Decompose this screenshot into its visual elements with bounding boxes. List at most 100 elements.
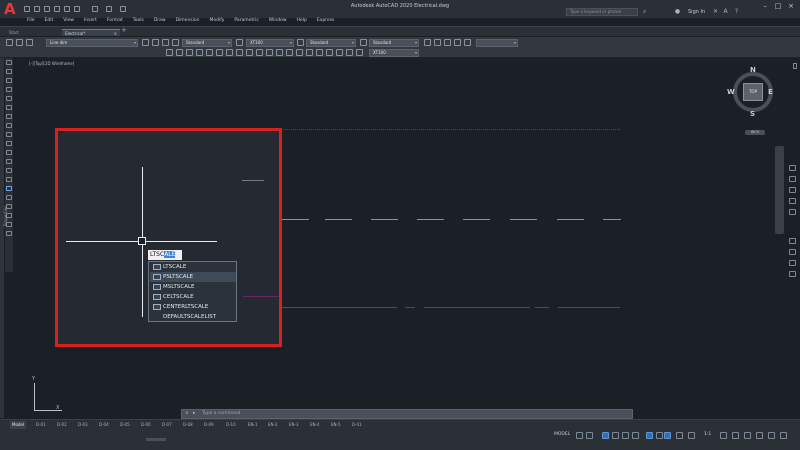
grid-icon[interactable]: [576, 432, 583, 439]
revision-cloud-icon[interactable]: [6, 123, 12, 128]
palette-tool-icon-2[interactable]: [789, 249, 796, 255]
table-style-icon[interactable]: [297, 39, 304, 46]
menu-format[interactable]: Format: [102, 17, 128, 24]
layer-previous-icon[interactable]: [162, 39, 169, 46]
tab-layout[interactable]: D-06: [139, 421, 153, 429]
menu-window[interactable]: Window: [264, 17, 292, 24]
compass-west[interactable]: W: [727, 88, 735, 96]
full-navigation-wheel-icon[interactable]: [789, 165, 796, 171]
units-icon[interactable]: [744, 432, 751, 439]
polyline-icon[interactable]: [6, 78, 12, 83]
continue-dim-icon[interactable]: [266, 49, 273, 56]
layer-dropdown[interactable]: Line dim ▾: [46, 39, 138, 47]
compass-south[interactable]: S: [750, 110, 755, 118]
palette-tool-icon-1[interactable]: [789, 238, 796, 244]
search-input[interactable]: Type a keyword or phrase: [566, 8, 638, 16]
inspect-icon[interactable]: [316, 49, 323, 56]
isodraft-icon[interactable]: [622, 432, 629, 439]
workspace-icon[interactable]: [424, 39, 431, 46]
menu-file[interactable]: File: [22, 17, 40, 24]
dim-text-edit-icon[interactable]: [346, 49, 353, 56]
viewcube-top-face[interactable]: TOP: [743, 83, 763, 101]
pan-icon[interactable]: [789, 176, 796, 182]
tool-palettes-icon[interactable]: [454, 39, 461, 46]
tab-layout[interactable]: EN-5: [329, 421, 343, 429]
object-snap-tracking-icon[interactable]: [632, 432, 639, 439]
tab-layout[interactable]: D-01: [34, 421, 48, 429]
construction-line-icon[interactable]: [6, 69, 12, 74]
palette-tool-icon-4[interactable]: [789, 271, 796, 277]
dim-style-dropdown[interactable]: XT100 ▾: [246, 39, 294, 47]
layer-visibility-icon[interactable]: [26, 39, 33, 46]
menu-dimension[interactable]: Dimension: [171, 17, 205, 24]
tab-start[interactable]: Start: [6, 29, 42, 36]
palette-tool-icon-3[interactable]: [789, 260, 796, 266]
dim-break-icon[interactable]: [286, 49, 293, 56]
horizontal-scrollbar[interactable]: [146, 438, 166, 441]
selection-cycling-icon[interactable]: [676, 432, 683, 439]
mleader-style-dropdown[interactable]: Standard ▾: [369, 39, 419, 47]
tab-layout[interactable]: D-02: [55, 421, 69, 429]
maximize-icon[interactable]: □: [773, 2, 783, 10]
tab-layout[interactable]: EN-3: [287, 421, 301, 429]
tab-layout[interactable]: D-05: [118, 421, 132, 429]
tab-layout[interactable]: EN-2: [266, 421, 280, 429]
jogged-dim-icon[interactable]: [216, 49, 223, 56]
command-line[interactable]: × ▸ Type a command: [181, 409, 633, 419]
insert-block-icon[interactable]: [6, 159, 12, 164]
tab-layout[interactable]: D-08: [181, 421, 195, 429]
menu-view[interactable]: View: [58, 17, 79, 24]
aligned-dim-icon[interactable]: [176, 49, 183, 56]
menu-edit[interactable]: Edit: [40, 17, 59, 24]
text-style-dropdown[interactable]: Standard ▾: [182, 39, 232, 47]
close-tab-icon[interactable]: ×: [114, 30, 117, 37]
minimize-icon[interactable]: –: [760, 2, 770, 10]
clean-screen-icon[interactable]: [768, 432, 775, 439]
dim-space-icon[interactable]: [276, 49, 283, 56]
recent-commands-icon[interactable]: ▸: [193, 410, 195, 418]
layer-properties-icon[interactable]: [6, 39, 13, 46]
tab-electrical[interactable]: Electrical* ×: [62, 29, 120, 36]
mleader-style-icon[interactable]: [360, 39, 367, 46]
menu-modify[interactable]: Modify: [205, 17, 230, 24]
angular-dim-icon[interactable]: [236, 49, 243, 56]
tab-layout[interactable]: EN-1: [246, 421, 260, 429]
radius-dim-icon[interactable]: [206, 49, 213, 56]
close-command-line-icon[interactable]: ×: [185, 410, 189, 418]
menu-parametric[interactable]: Parametric: [229, 17, 263, 24]
polar-icon[interactable]: [612, 432, 619, 439]
tolerance-icon[interactable]: [296, 49, 303, 56]
annotation-scale-value[interactable]: 1:1: [704, 432, 711, 437]
layer-match-icon[interactable]: [152, 39, 159, 46]
customization-icon[interactable]: [780, 432, 787, 439]
baseline-dim-icon[interactable]: [256, 49, 263, 56]
tab-layout[interactable]: EN-4: [308, 421, 322, 429]
menu-help[interactable]: Help: [292, 17, 312, 24]
arc-icon[interactable]: [6, 105, 12, 110]
compass-east[interactable]: E: [768, 88, 773, 96]
viewport-controls[interactable]: [-][Top][2D Wireframe]: [29, 61, 74, 66]
model-space-button[interactable]: MODEL: [554, 432, 570, 437]
list-item[interactable]: DEFAULTSCALELIST: [150, 312, 236, 322]
compass-north[interactable]: N: [750, 66, 756, 74]
dynamic-input-field[interactable]: LTSCALE: [148, 250, 182, 260]
workspace-dropdown[interactable]: ▾: [476, 39, 518, 47]
search-icon[interactable]: ⌕: [641, 8, 648, 15]
line-icon[interactable]: [6, 60, 12, 65]
list-item[interactable]: MSLTSCALE: [150, 282, 236, 292]
linear-dim-icon[interactable]: [166, 49, 173, 56]
quick-dim-icon[interactable]: [246, 49, 253, 56]
rectangle-icon[interactable]: [6, 96, 12, 101]
autodesk-account-icon[interactable]: A: [722, 8, 729, 15]
dim-update-icon[interactable]: [356, 49, 363, 56]
dim-style-icon[interactable]: [236, 39, 243, 46]
tab-layout[interactable]: D-04: [97, 421, 111, 429]
make-current-icon[interactable]: [142, 39, 149, 46]
menu-tools[interactable]: Tools: [128, 17, 149, 24]
add-selected-icon[interactable]: [6, 231, 12, 236]
polygon-icon[interactable]: [6, 87, 12, 92]
tab-layout[interactable]: D-07: [160, 421, 174, 429]
object-snap-icon[interactable]: [646, 432, 653, 439]
isolate-objects-icon[interactable]: [756, 432, 763, 439]
make-block-icon[interactable]: [6, 168, 12, 173]
